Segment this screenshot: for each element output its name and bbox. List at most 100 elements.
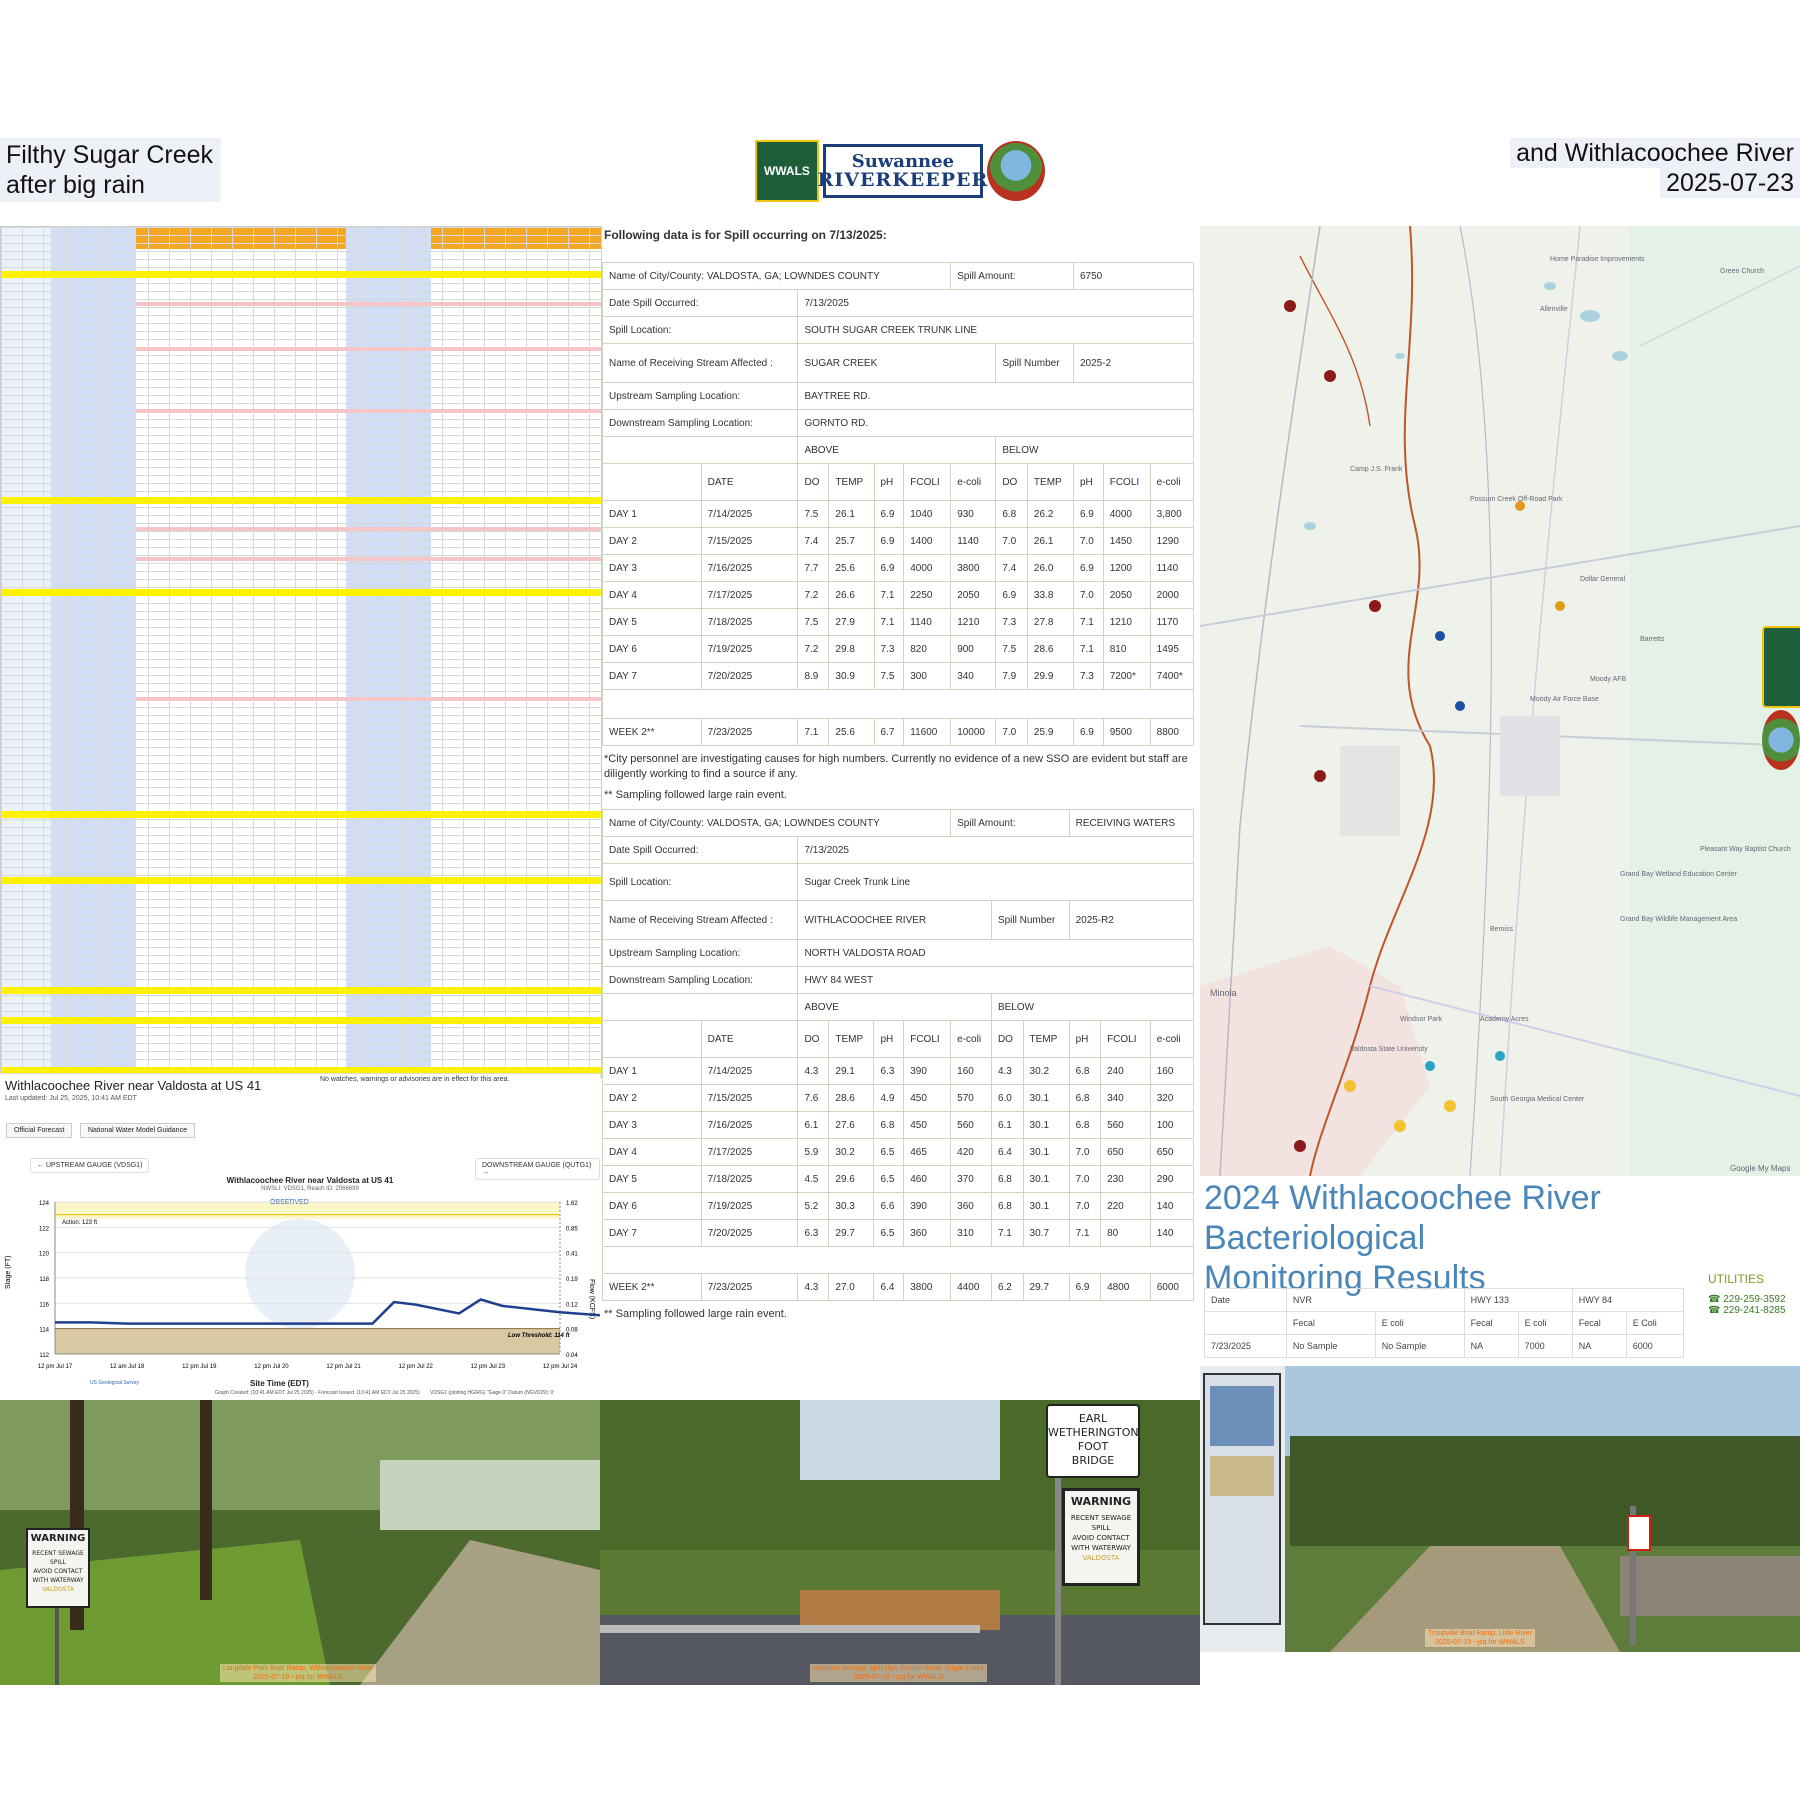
table-cell: 465 (903, 1138, 952, 1166)
map-label: Grand Bay Wetland Education Center (1620, 871, 1737, 878)
day-row: DAY 1 7/14/2025 4.3 29.1 6.3 390 160 4.3 30.2 6.8… (602, 1057, 1195, 1085)
spill-table-sugar-creek: Name of City/County: VALDOSTA, GA; LOWND… (601, 262, 1195, 746)
upstream-gauge-link[interactable]: ← UPSTREAM GAUGE (VDSG1) (30, 1158, 150, 1173)
wwals-side-logo (1762, 626, 1800, 708)
spill-report-title: Following data is for Spill occurring on… (604, 228, 887, 242)
table-cell: 7/15/2025 (700, 527, 799, 555)
table-cell: 29.7 (828, 1219, 875, 1247)
y2-axis-label: Flow (KCFS) (588, 1279, 595, 1319)
table-cell: DAY 4 (602, 1138, 702, 1166)
table-cell (602, 1020, 702, 1058)
table-cell: 4.3 (990, 1057, 1024, 1085)
map-label: Pleasant Way Baptist Church (1700, 846, 1791, 853)
photo-langdale-scene (0, 1400, 600, 1685)
table-cell: 360 (950, 1192, 992, 1220)
table-cell: 6.8 (1068, 1111, 1102, 1139)
column-header: FCOLI (1102, 463, 1151, 501)
y-tick-label: 112 (39, 1353, 49, 1359)
location-label: Spill Location: (601, 863, 799, 901)
table-cell: 370 (950, 1165, 992, 1193)
watershed-map[interactable]: Home Paradise Improvements Allenville Gr… (1200, 226, 1800, 1176)
column-header-row: DATE DO TEMP pH FCOLI e-coli DO TEMP pH FCOLI e-co… (602, 463, 1195, 501)
table-cell: 450 (903, 1084, 952, 1112)
table-cell: 290 (1149, 1165, 1195, 1193)
table-cell: 6.5 (873, 1219, 905, 1247)
table-cell: 7/20/2025 (700, 1219, 799, 1247)
table-cell: 6.8 (990, 1165, 1024, 1193)
table-cell: DAY 7 (602, 1219, 702, 1247)
table-cell: 27.8 (1026, 608, 1074, 636)
table-cell: Fecal (1285, 1311, 1376, 1335)
usgs-credit: US Geological Survey (90, 1380, 139, 1386)
table-cell: 230 (1100, 1165, 1151, 1193)
stream-label: Name of Receiving Stream Affected : (601, 343, 799, 383)
header-right-line2: 2025-07-23 (1660, 168, 1800, 198)
water-quality-spreadsheet (0, 226, 602, 1078)
upstream-label: Upstream Sampling Location: (601, 382, 799, 410)
tab-national-water-model[interactable]: National Water Model Guidance (80, 1123, 195, 1138)
y2-tick-label: 0.12 (566, 1302, 578, 1308)
day-row: DAY 1 7/14/2025 7.5 26.1 6.9 1040 930 6.8 26.2 6.… (602, 500, 1195, 528)
caption-line: 2025-07-19 --jsq for WWALS (1435, 1639, 1525, 1646)
logo-strip: WWALS Suwannee RIVERKEEPER (755, 140, 1045, 202)
column-header: e-coli (950, 463, 997, 501)
column-header: e-coli (1149, 1020, 1195, 1058)
table-cell: 11600 (903, 718, 952, 746)
table-cell: 7/17/2025 (700, 1138, 799, 1166)
table-cell: 8.9 (797, 662, 830, 690)
column-header: TEMP (828, 1020, 875, 1058)
column-header: TEMP (1022, 1020, 1070, 1058)
table-cell: 300 (903, 662, 952, 690)
table-cell: 140 (1149, 1219, 1195, 1247)
table-cell: 6.9 (873, 527, 905, 555)
downstream-gauge-link[interactable]: DOWNSTREAM GAUGE (QUTG1) → (475, 1158, 600, 1180)
day-row: DAY 3 7/16/2025 6.1 27.6 6.8 450 560 6.1 30.1 6.8… (602, 1111, 1195, 1139)
date-label: Date Spill Occurred: (601, 836, 799, 864)
phone-icon: ☎ (1708, 1305, 1721, 1316)
column-header: DATE (700, 463, 799, 501)
header-left: Filthy Sugar Creek after big rain (0, 138, 222, 202)
sheet-row-flag (136, 557, 601, 561)
table-cell: 29.8 (828, 635, 875, 663)
x-tick-label: 12 pm Jul 22 (399, 1364, 434, 1370)
table-cell: 30.1 (1022, 1138, 1070, 1166)
city-label: Name of City/County: VALDOSTA, GA; LOWND… (601, 809, 952, 837)
table-cell: 7.0 (1072, 527, 1104, 555)
table-cell: 6.5 (873, 1165, 905, 1193)
table-cell: 4400 (950, 1273, 992, 1301)
x-tick-label: 12 pm Jul 17 (38, 1364, 73, 1370)
table-cell: HWY 133 (1463, 1288, 1573, 1312)
stream-label: Name of Receiving Stream Affected : (601, 900, 799, 940)
table-cell: 7/20/2025 (700, 662, 799, 690)
date-label: Date Spill Occurred: (601, 289, 799, 317)
map-label: Minola (1210, 988, 1237, 998)
tab-official-forecast[interactable]: Official Forecast (6, 1123, 73, 1138)
sheet-row-highlight (1, 271, 601, 278)
table-cell: E coli (1517, 1311, 1573, 1335)
spill-report: Following data is for Spill occurring on… (601, 226, 1198, 1328)
caption-line: Troupville Boat Ramp, Little River (1428, 1630, 1533, 1637)
table-cell: 6.2 (990, 1273, 1024, 1301)
column-header: TEMP (1026, 463, 1074, 501)
table-cell: 30.2 (1022, 1057, 1070, 1085)
table-cell: 560 (950, 1111, 992, 1139)
table-cell: 390 (903, 1057, 952, 1085)
location-value: Sugar Creek Trunk Line (797, 863, 1194, 901)
day-row: DAY 6 7/19/2025 7.2 29.8 7.3 820 900 7.5 28.6 7.1… (602, 635, 1195, 663)
table-cell: 1290 (1149, 527, 1195, 555)
utilities-phone-1: 229-259-3592 (1723, 1294, 1786, 1305)
photo-troupville-scene (1200, 1366, 1800, 1652)
table-cell: 7.0 (1068, 1192, 1102, 1220)
table-cell: 6.8 (1068, 1084, 1102, 1112)
table-cell: 7.0 (1068, 1165, 1102, 1193)
sign-line: SPILL (1091, 1524, 1111, 1532)
table-cell: 6.9 (1068, 1273, 1102, 1301)
table-cell: DAY 1 (602, 1057, 702, 1085)
sheet-row-highlight (1, 987, 601, 994)
table-cell: 6.9 (873, 500, 905, 528)
y2-tick-label: 0.41 (566, 1252, 578, 1258)
table-cell: 25.7 (828, 527, 875, 555)
table-cell: 7.3 (1072, 662, 1104, 690)
caption-line: 2025-07-19 --jsq for WWALS (253, 1674, 343, 1681)
table-cell: 6.9 (873, 554, 905, 582)
